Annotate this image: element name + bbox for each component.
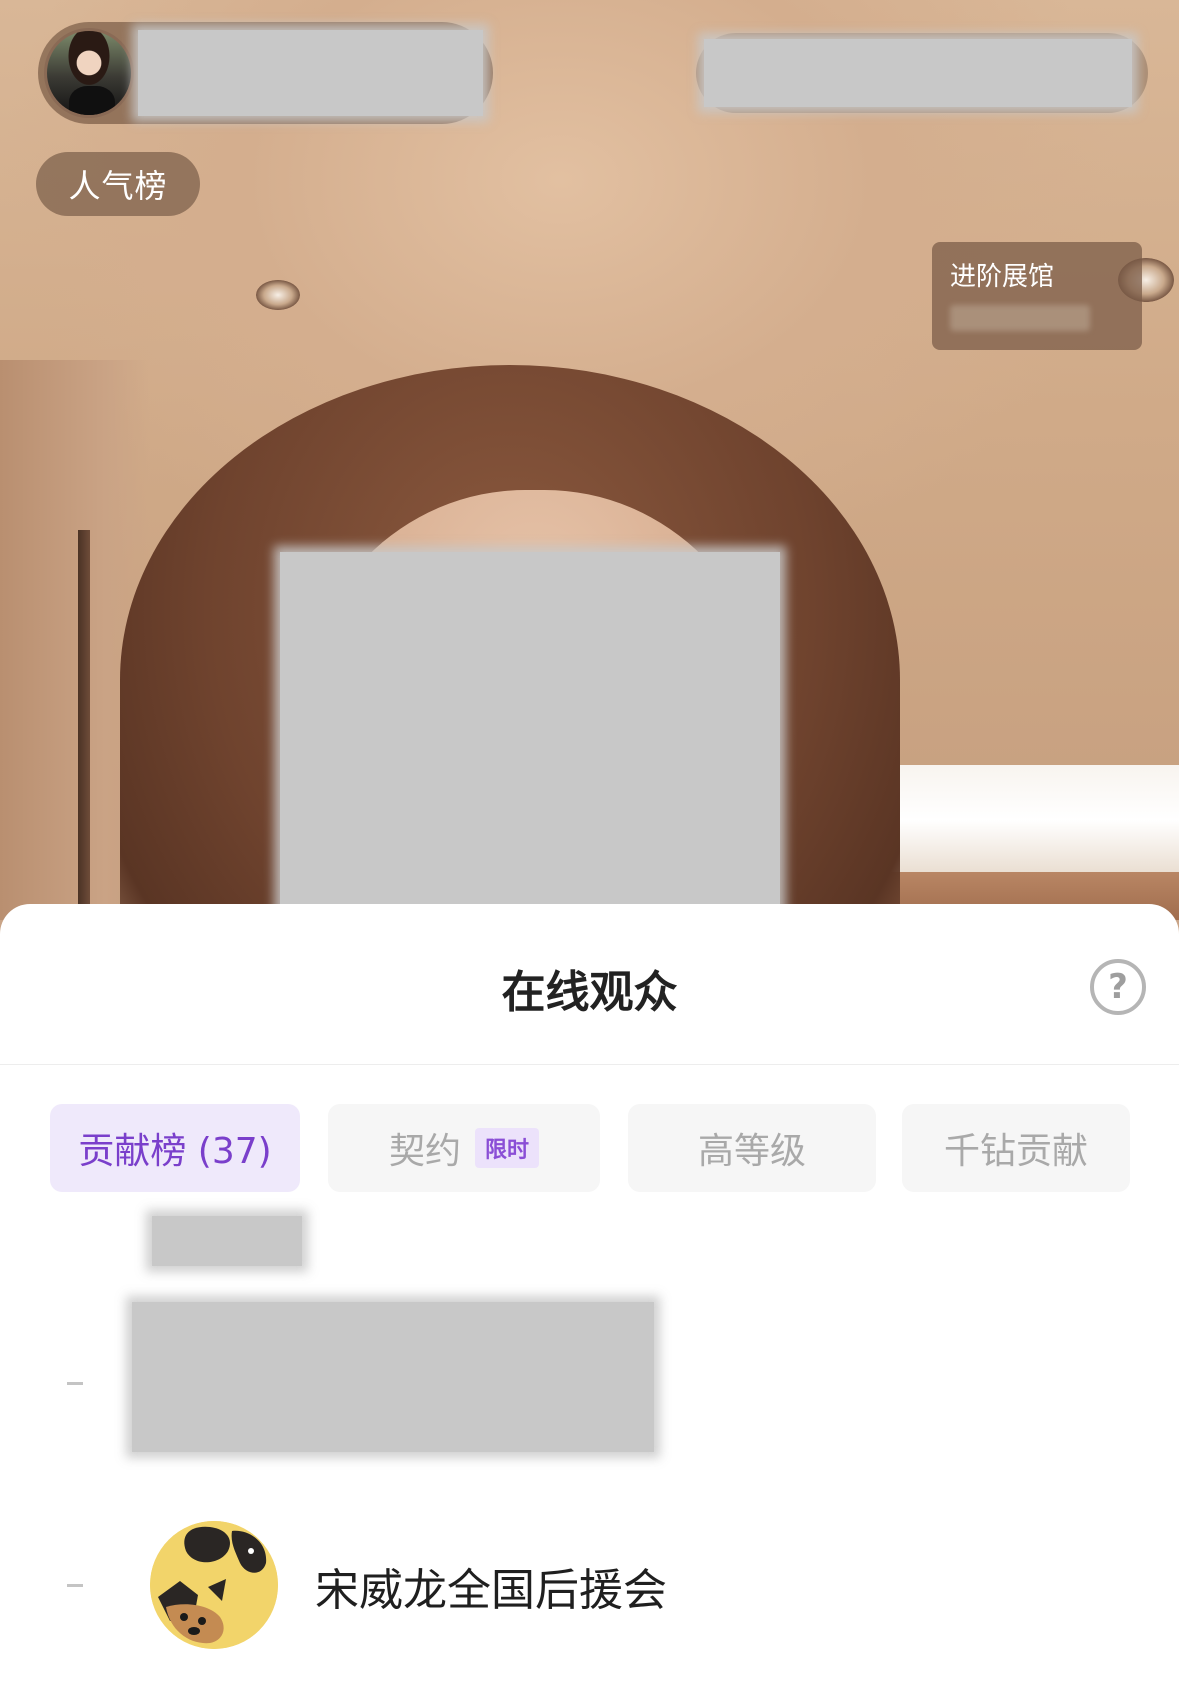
rank-dash [67, 1382, 83, 1385]
tab-contract[interactable]: 契约 限时 [328, 1104, 600, 1192]
face-redaction [280, 552, 780, 920]
popularity-rank-badge[interactable]: 人气榜 [36, 152, 200, 216]
tab-contribution-label: 贡献榜 (37) [78, 1131, 272, 1172]
host-avatar[interactable] [44, 28, 134, 118]
tab-thousand-diamond-label: 千钻贡献 [943, 1131, 1088, 1172]
rank-dash [67, 1584, 83, 1587]
help-icon-glyph: ? [1108, 967, 1128, 1007]
tab-high-level-label: 高等级 [697, 1131, 806, 1172]
viewer-name[interactable]: 宋威龙全国后援会 [315, 1554, 667, 1618]
top-right-viewers-pill[interactable] [696, 33, 1148, 113]
tab-contribution[interactable]: 贡献榜 (37) [50, 1104, 300, 1192]
popularity-rank-label: 人气榜 [68, 167, 168, 205]
live-stream-video: 人气榜 进阶展馆 [0, 0, 1179, 920]
top-right-redaction [704, 39, 1132, 107]
audience-tabs: 贡献榜 (37) 契约 限时 高等级 千钻贡献 [50, 1104, 1130, 1192]
sheet-title: 在线观众 [501, 967, 678, 1018]
help-icon[interactable]: ? [1090, 959, 1146, 1015]
list-row-redaction [152, 1216, 302, 1266]
online-audience-sheet: 在线观众 ? 贡献榜 (37) 契约 限时 高等级 千钻贡献 宋威龙全国后援会 [0, 904, 1179, 1685]
ceiling-light [256, 280, 300, 310]
tab-thousand-diamond[interactable]: 千钻贡献 [902, 1104, 1130, 1192]
host-name-redaction [138, 30, 483, 116]
exhibit-title: 进阶展馆 [950, 262, 1055, 292]
sheet-header: 在线观众 ? [0, 904, 1179, 1065]
background-window [880, 765, 1179, 875]
limited-time-tag: 限时 [475, 1128, 540, 1168]
viewer-avatar[interactable] [150, 1521, 278, 1649]
tab-contract-label: 契约 [388, 1131, 461, 1172]
background-door-frame [78, 530, 90, 920]
advanced-exhibit-card[interactable]: 进阶展馆 [932, 242, 1142, 350]
tab-high-level[interactable]: 高等级 [628, 1104, 876, 1192]
list-row-redaction [132, 1302, 654, 1452]
exhibit-subtext-blurred [950, 305, 1090, 331]
cartoon-dog-avatar-icon [150, 1521, 278, 1649]
host-info-pill[interactable] [38, 22, 493, 124]
